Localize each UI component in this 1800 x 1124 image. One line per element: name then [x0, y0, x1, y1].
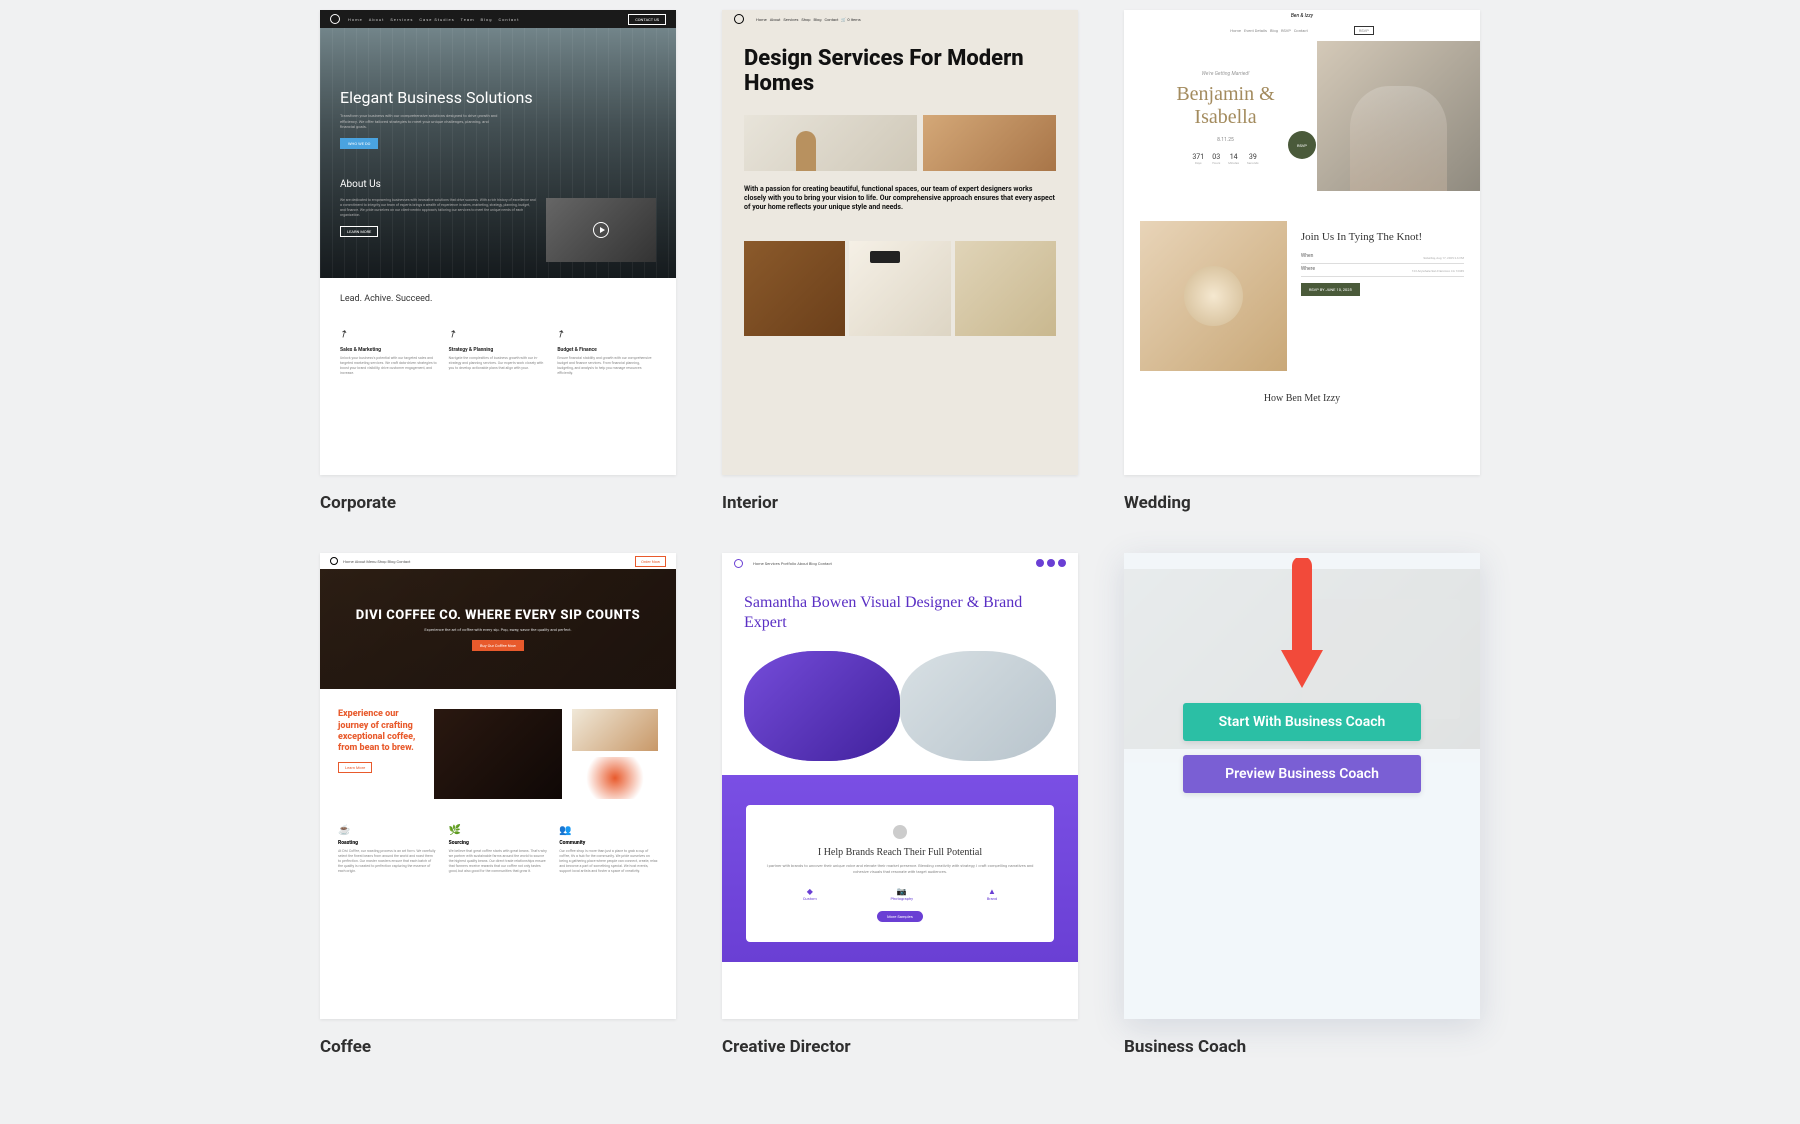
template-card-wedding[interactable]: Ben & Izzy Home Event Details Blog RSVP …	[1124, 10, 1480, 513]
template-label: Wedding	[1124, 493, 1480, 513]
interior-image	[744, 115, 917, 171]
template-card-corporate[interactable]: Home About Services Case Studies Team Bl…	[320, 10, 676, 513]
couple-names: Benjamin & Isabella	[1144, 83, 1307, 129]
portfolio-image	[744, 651, 900, 761]
nav-items: Home About Menu Shop Blog Contact	[343, 559, 410, 564]
feature-heading: Sourcing	[449, 840, 548, 846]
coffee-image	[434, 709, 563, 799]
hands-photo	[1140, 221, 1287, 371]
interior-image	[955, 241, 1056, 336]
service-icon: ▲	[987, 887, 997, 896]
married-text: We're Getting Married!	[1144, 71, 1307, 77]
service-icon: ◆	[803, 887, 817, 896]
template-card-interior[interactable]: Home About Services Shop Blog Contact 🛒 …	[722, 10, 1078, 513]
column-heading: Sales & Marketing	[340, 347, 439, 353]
template-thumbnail: Ben & Izzy Home Event Details Blog RSVP …	[1124, 10, 1480, 475]
lead-text: Lead. Achive. Succeed.	[340, 294, 656, 304]
social-icons	[1036, 559, 1066, 567]
about-text: We are dedicated to empowering businesse…	[340, 198, 536, 218]
nav-items: Home About Services Case Studies Team Bl…	[348, 17, 520, 22]
hero-title: Elegant Business Solutions	[340, 88, 656, 107]
coffee-image	[572, 757, 658, 799]
brand-text: Ben & Izzy	[1124, 10, 1480, 19]
template-card-coffee[interactable]: Home About Menu Shop Blog Contact Order …	[320, 553, 676, 1056]
feature-heading: Roasting	[338, 840, 437, 846]
nav-items: Home Services Portfolio About Blog Conta…	[753, 561, 832, 566]
leaf-icon: 🌿	[449, 825, 548, 836]
countdown: 371Days 03Hours 14Minutes 39Seconds	[1144, 153, 1307, 165]
template-thumbnail: Home About Services Case Studies Team Bl…	[320, 10, 676, 475]
template-thumbnail-hovered: Start With Business Coach Preview Busine…	[1124, 553, 1480, 1018]
arrow-icon: ↗	[555, 328, 568, 342]
coffee-image	[572, 709, 658, 751]
column-text: Navigate the complexities of business gr…	[449, 356, 548, 371]
rsvp-button: RSVP BY JUNE 10, 2025	[1301, 283, 1360, 296]
logo-icon	[734, 559, 743, 568]
arrow-down-annotation-icon	[1275, 558, 1329, 702]
template-card-business-coach[interactable]: Start With Business Coach Preview Busine…	[1124, 553, 1480, 1056]
template-label: Business Coach	[1124, 1037, 1480, 1057]
rsvp-badge: RSVP	[1288, 131, 1316, 159]
logo-icon	[330, 14, 340, 24]
template-card-creative-director[interactable]: Home Services Portfolio About Blog Conta…	[722, 553, 1078, 1056]
start-with-template-button[interactable]: Start With Business Coach	[1183, 703, 1421, 741]
column-heading: Budget & Finance	[557, 347, 656, 353]
help-text: I partner with brands to uncover their u…	[766, 863, 1034, 874]
join-heading: Join Us In Tying The Knot!	[1301, 231, 1464, 243]
hero-subtitle: Transform your business with our compreh…	[340, 113, 500, 130]
column-text: Unlock your business's potential with ou…	[340, 356, 439, 376]
portfolio-image	[900, 651, 1056, 761]
hero-subtitle: Experience the art of coffee with every …	[424, 627, 571, 632]
learn-more-button: LEARN MORE	[340, 226, 378, 237]
template-label: Creative Director	[722, 1037, 1078, 1057]
wedding-date: 8.11.25	[1144, 137, 1307, 143]
play-icon	[593, 222, 609, 238]
template-label: Interior	[722, 493, 1078, 513]
when-detail: Saturday, Aug 17, 2025 2-6 PM	[1301, 256, 1464, 260]
template-thumbnail: Home About Services Shop Blog Contact 🛒 …	[722, 10, 1078, 475]
template-thumbnail: Home About Menu Shop Blog Contact Order …	[320, 553, 676, 1018]
order-button: Order Now	[635, 556, 666, 567]
template-thumbnail: Home Services Portfolio About Blog Conta…	[722, 553, 1078, 1018]
service-icon: 📷	[890, 887, 913, 896]
video-thumbnail	[546, 198, 656, 262]
interior-image	[744, 241, 845, 336]
story-heading: How Ben Met Izzy	[1124, 393, 1480, 410]
interior-image	[849, 241, 950, 336]
column-heading: Strategy & Planning	[449, 347, 548, 353]
column-text: Ensure financial stability and growth wi…	[557, 356, 656, 376]
where-detail: 123 Anywhere San Francisco CA 12345	[1301, 269, 1464, 273]
hero-title: Design Services For Modern Homes	[744, 46, 1056, 97]
couple-photo	[1317, 41, 1480, 191]
arrow-icon: ↗	[338, 328, 351, 342]
nav-items: Home Event Details Blog RSVP Contact RSV…	[1124, 19, 1480, 41]
template-grid: Home About Services Case Studies Team Bl…	[320, 10, 1480, 1057]
samples-button: More Samples	[877, 911, 923, 922]
hero-title: Samantha Bowen Visual Designer & Brand E…	[744, 593, 1056, 633]
preview-template-button[interactable]: Preview Business Coach	[1183, 755, 1421, 793]
feature-text: We believe that great coffee starts with…	[449, 849, 548, 873]
people-icon: 👥	[559, 825, 658, 836]
logo-icon	[330, 557, 338, 565]
contact-button: CONTACT US	[628, 14, 666, 25]
feature-heading: Community	[559, 840, 658, 846]
feature-text: Our coffee shop is more than just a plac…	[559, 849, 658, 873]
hero-title: DIVI COFFEE CO. WHERE EVERY SIP COUNTS	[356, 608, 640, 623]
logo-icon	[734, 14, 744, 24]
experience-heading: Experience our journey of crafting excep…	[338, 709, 424, 754]
avatar	[893, 825, 907, 839]
template-label: Coffee	[320, 1037, 676, 1057]
hero-cta-button: WHO WE DO	[340, 138, 378, 149]
feature-text: At Divi Coffee, our roasting process is …	[338, 849, 437, 873]
interior-image	[923, 115, 1056, 171]
hero-paragraph: With a passion for creating beautiful, f…	[744, 185, 1056, 213]
template-label: Corporate	[320, 493, 676, 513]
coffee-icon: ☕	[338, 825, 437, 836]
nav-items: Home About Services Shop Blog Contact 🛒 …	[756, 17, 861, 22]
help-heading: I Help Brands Reach Their Full Potential	[766, 847, 1034, 858]
about-heading: About Us	[340, 179, 656, 190]
buy-button: Buy Our Coffee Now	[472, 640, 524, 651]
learn-more-button: Learn More	[338, 762, 372, 773]
arrow-icon: ↗	[446, 328, 459, 342]
